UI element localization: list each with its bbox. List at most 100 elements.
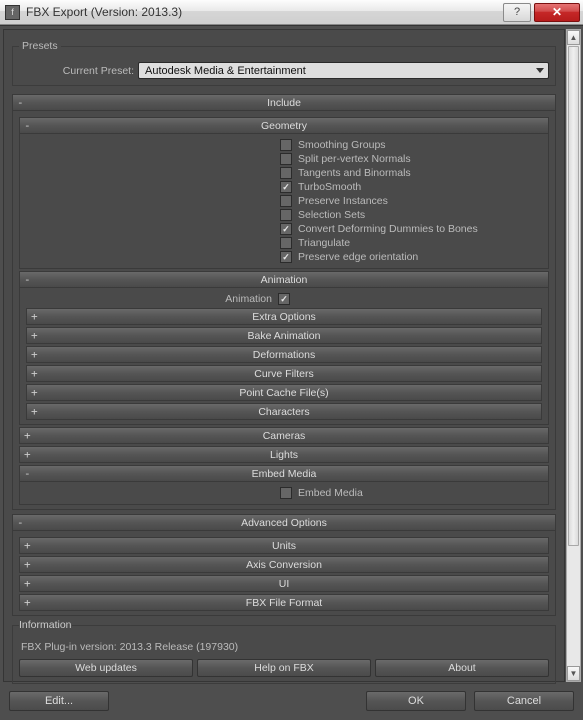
section-animation[interactable]: - Animation	[19, 271, 549, 288]
section-title: Advanced Options	[241, 517, 327, 529]
label-convert-dummies: Convert Deforming Dummies to Bones	[298, 223, 478, 235]
info-legend: Information	[19, 619, 72, 631]
section-point-cache[interactable]: + Point Cache File(s)	[26, 384, 542, 401]
preset-value: Autodesk Media & Entertainment	[145, 65, 306, 77]
scroll-down-icon[interactable]: ▼	[567, 666, 580, 681]
section-title: Bake Animation	[248, 330, 321, 342]
ok-button[interactable]: OK	[366, 691, 466, 711]
plugin-version-text: FBX Plug-in version: 2013.3 Release (197…	[19, 637, 549, 659]
expand-icon: +	[31, 329, 38, 342]
web-updates-button[interactable]: Web updates	[19, 659, 193, 677]
section-advanced[interactable]: - Advanced Options	[12, 514, 556, 531]
checkbox-convert-dummies[interactable]	[280, 223, 292, 235]
about-button[interactable]: About	[375, 659, 549, 677]
section-axis[interactable]: + Axis Conversion	[19, 556, 549, 573]
title-bar: f FBX Export (Version: 2013.3) ? ✕	[0, 0, 583, 25]
label-smoothing: Smoothing Groups	[298, 139, 386, 151]
scroll-up-icon[interactable]: ▲	[567, 30, 580, 45]
collapse-icon: -	[24, 273, 31, 286]
section-geometry[interactable]: - Geometry	[19, 117, 549, 134]
checkbox-preserve-edge[interactable]	[280, 251, 292, 263]
label-embed: Embed Media	[298, 487, 363, 499]
checkbox-split-normals[interactable]	[280, 153, 292, 165]
checkbox-embed-media[interactable]	[280, 487, 292, 499]
cancel-button[interactable]: Cancel	[474, 691, 574, 711]
section-title: Axis Conversion	[246, 559, 322, 571]
section-title: FBX File Format	[246, 597, 322, 609]
label-tangents: Tangents and Binormals	[298, 167, 411, 179]
section-cameras[interactable]: + Cameras	[19, 427, 549, 444]
expand-icon: +	[24, 539, 31, 552]
bottom-bar: Edit... OK Cancel	[3, 686, 580, 716]
close-button[interactable]: ✕	[534, 3, 580, 22]
section-embed-media[interactable]: - Embed Media	[19, 465, 549, 482]
help-on-fbx-button[interactable]: Help on FBX	[197, 659, 371, 677]
collapse-icon: -	[17, 516, 24, 529]
checkbox-triangulate[interactable]	[280, 237, 292, 249]
section-bake-animation[interactable]: + Bake Animation	[26, 327, 542, 344]
current-preset-label: Current Preset:	[19, 65, 134, 77]
expand-icon: +	[24, 577, 31, 590]
edit-button[interactable]: Edit...	[9, 691, 109, 711]
expand-icon: +	[31, 386, 38, 399]
section-title: Embed Media	[252, 468, 317, 480]
section-characters[interactable]: + Characters	[26, 403, 542, 420]
checkbox-turbosmooth[interactable]	[280, 181, 292, 193]
section-title: Lights	[270, 449, 298, 461]
help-button[interactable]: ?	[503, 3, 531, 22]
collapse-icon: -	[24, 467, 31, 480]
section-extra-options[interactable]: + Extra Options	[26, 308, 542, 325]
label-turbo: TurboSmooth	[298, 181, 361, 193]
information-group: Information FBX Plug-in version: 2013.3 …	[12, 619, 556, 684]
section-title: Geometry	[261, 120, 307, 132]
scroll-thumb[interactable]	[568, 46, 579, 546]
expand-icon: +	[31, 367, 38, 380]
section-units[interactable]: + Units	[19, 537, 549, 554]
section-title: Extra Options	[252, 311, 316, 323]
section-fbx-format[interactable]: + FBX File Format	[19, 594, 549, 611]
section-title: Animation	[261, 274, 308, 286]
section-title: Include	[267, 97, 301, 109]
label-split: Split per-vertex Normals	[298, 153, 411, 165]
collapse-icon: -	[17, 96, 24, 109]
checkbox-selection-sets[interactable]	[280, 209, 292, 221]
checkbox-preserve-instances[interactable]	[280, 195, 292, 207]
animation-label: Animation	[40, 293, 272, 305]
expand-icon: +	[24, 558, 31, 571]
expand-icon: +	[31, 348, 38, 361]
label-preserve-inst: Preserve Instances	[298, 195, 388, 207]
section-title: Curve Filters	[254, 368, 314, 380]
window-title: FBX Export (Version: 2013.3)	[26, 5, 182, 19]
label-preserve-edge: Preserve edge orientation	[298, 251, 418, 263]
section-lights[interactable]: + Lights	[19, 446, 549, 463]
section-deformations[interactable]: + Deformations	[26, 346, 542, 363]
checkbox-tangents[interactable]	[280, 167, 292, 179]
label-selection: Selection Sets	[298, 209, 365, 221]
presets-legend: Presets	[19, 40, 61, 52]
section-ui[interactable]: + UI	[19, 575, 549, 592]
expand-icon: +	[24, 429, 31, 442]
vertical-scrollbar[interactable]: ▲ ▼	[566, 29, 581, 682]
collapse-icon: -	[24, 119, 31, 132]
dialog-body: Presets Current Preset: Autodesk Media &…	[0, 25, 583, 720]
expand-icon: +	[24, 448, 31, 461]
preset-dropdown[interactable]: Autodesk Media & Entertainment	[138, 62, 549, 79]
expand-icon: +	[24, 596, 31, 609]
section-title: Deformations	[253, 349, 315, 361]
app-icon: f	[5, 5, 20, 20]
checkbox-smoothing[interactable]	[280, 139, 292, 151]
expand-icon: +	[31, 405, 38, 418]
section-title: Point Cache File(s)	[239, 387, 328, 399]
section-title: Cameras	[263, 430, 306, 442]
scroll-area: Presets Current Preset: Autodesk Media &…	[3, 29, 565, 682]
section-title: Characters	[258, 406, 309, 418]
expand-icon: +	[31, 310, 38, 323]
section-include[interactable]: - Include	[12, 94, 556, 111]
checkbox-animation[interactable]	[278, 293, 290, 305]
section-title: Units	[272, 540, 296, 552]
chevron-down-icon	[536, 68, 544, 73]
section-curve-filters[interactable]: + Curve Filters	[26, 365, 542, 382]
presets-group: Presets Current Preset: Autodesk Media &…	[12, 40, 556, 86]
label-triangulate: Triangulate	[298, 237, 350, 249]
section-title: UI	[279, 578, 290, 590]
